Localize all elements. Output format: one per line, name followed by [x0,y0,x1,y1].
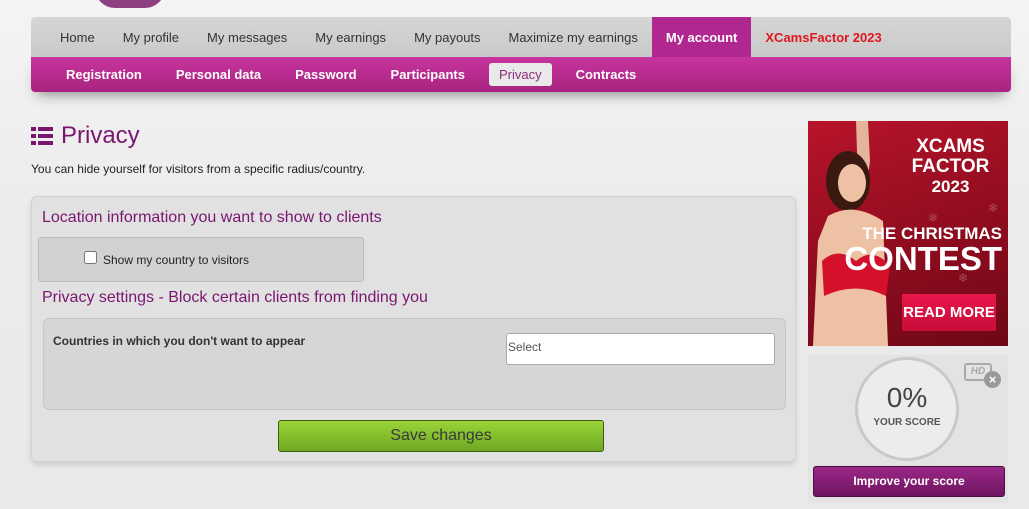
subnav-registration[interactable]: Registration [56,63,152,86]
nav-my-account[interactable]: My account [651,17,752,57]
privacy-section-title: Privacy settings - Block certain clients… [42,289,428,306]
list-icon [31,126,53,146]
blocked-countries-box: Countries in which you don't want to app… [43,318,786,410]
subnav-contracts[interactable]: Contracts [566,63,647,86]
nav-xcamsfactor[interactable]: XCamsFactor 2023 [751,17,895,57]
promo-contest: CONTEST [844,240,1002,277]
blocked-countries-select[interactable]: Select [506,333,775,365]
promo-year: 2023 [931,177,970,196]
score-widget: 0% YOUR SCORE HD × Improve your score [808,355,1008,503]
nav-my-earnings[interactable]: My earnings [301,17,400,57]
score-value: 0% [886,382,928,413]
promo-title: XCAMS FACTOR 2023 [898,137,1003,197]
nav-my-payouts[interactable]: My payouts [400,17,494,57]
subnav-participants[interactable]: Participants [381,63,475,86]
show-country-box: Show my country to visitors [38,237,364,282]
blocked-countries-label: Countries in which you don't want to app… [53,334,306,348]
nav-maximize-earnings[interactable]: Maximize my earnings [495,17,652,57]
read-more-button[interactable]: READ MORE [902,294,996,331]
account-sub-navigation: Registration Personal data Password Part… [31,57,1011,92]
subnav-privacy[interactable]: Privacy [488,63,552,86]
nav-my-profile[interactable]: My profile [109,17,193,57]
save-changes-button[interactable]: Save changes [278,420,604,452]
subnav-password[interactable]: Password [285,63,366,86]
logo-fragment [95,0,165,8]
page-title: Privacy [61,122,140,149]
promo-line-2: FACTOR [911,156,990,177]
promo-line-1: XCAMS [916,136,985,157]
page-heading: Privacy [31,122,140,150]
nav-home[interactable]: Home [46,17,109,57]
subnav-personal-data[interactable]: Personal data [166,63,271,86]
top-navigation: Home My profile My messages My earnings … [31,17,1011,57]
location-section-title: Location information you want to show to… [42,209,382,226]
score-label: YOUR SCORE [873,417,941,428]
nav-my-messages[interactable]: My messages [193,17,301,57]
page-intro: You can hide yourself for visitors from … [31,162,366,176]
show-country-checkbox[interactable] [84,251,97,264]
privacy-panel: Location information you want to show to… [31,196,796,462]
xcamsfactor-promo-banner[interactable]: ❄ ❄ ❄ XCAMS FACTOR 2023 THE CHRISTMAS CO… [808,121,1008,346]
show-country-label[interactable]: Show my country to visitors [103,253,249,267]
close-icon[interactable]: × [984,371,1001,388]
improve-score-button[interactable]: Improve your score [813,466,1005,497]
